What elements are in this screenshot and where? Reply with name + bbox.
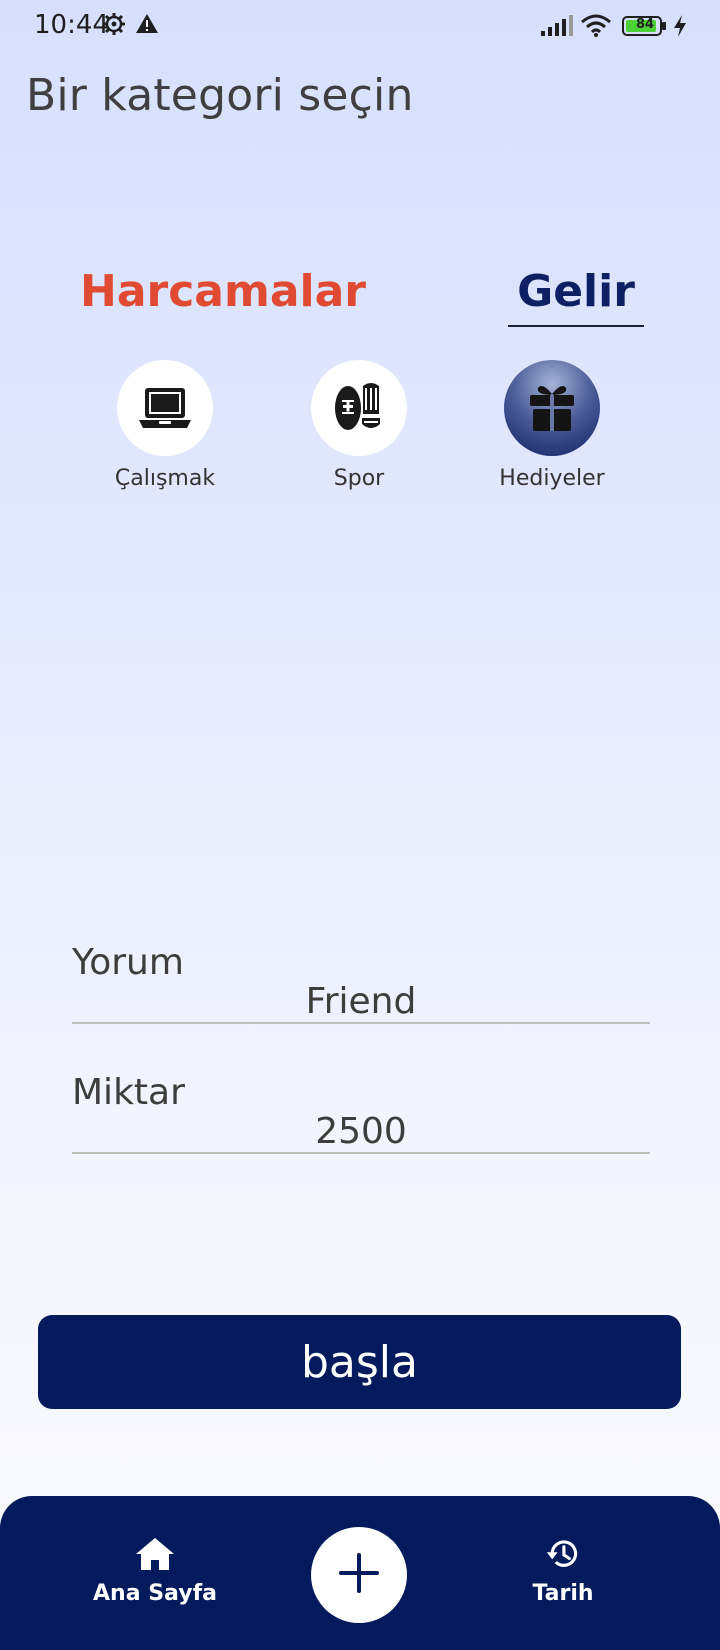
add-button[interactable]	[311, 1527, 407, 1623]
amount-underline	[72, 1152, 650, 1154]
status-bar: 10:44 84	[0, 0, 720, 56]
settings-gear-icon	[102, 12, 126, 41]
category-gifts[interactable]: Hediyeler	[482, 360, 622, 491]
page-title: Bir kategori seçin	[26, 70, 414, 121]
history-icon	[543, 1536, 583, 1577]
signal-icon	[540, 14, 574, 43]
laptop-icon	[117, 360, 213, 456]
category-work[interactable]: Çalışmak	[95, 360, 235, 491]
home-icon	[134, 1536, 176, 1577]
tab-income-underline	[508, 325, 644, 327]
nav-history-label: Tarih	[532, 1581, 594, 1606]
nav-home[interactable]: Ana Sayfa	[75, 1536, 235, 1606]
sport-shoes-icon	[311, 360, 407, 456]
start-button-label: başla	[300, 1336, 418, 1388]
warning-icon	[135, 12, 159, 41]
plus-icon	[336, 1550, 382, 1601]
category-label: Spor	[333, 466, 385, 491]
wifi-icon	[580, 14, 612, 43]
category-sport[interactable]: Spor	[289, 360, 429, 491]
battery-level: 84	[635, 17, 655, 32]
category-label: Hediyeler	[499, 466, 605, 491]
nav-home-label: Ana Sayfa	[93, 1581, 217, 1606]
category-label: Çalışmak	[114, 466, 216, 491]
status-time: 10:44	[34, 10, 109, 40]
nav-history[interactable]: Tarih	[483, 1536, 643, 1606]
tab-income[interactable]: Gelir	[508, 266, 644, 317]
comment-underline	[72, 1022, 650, 1024]
amount-input[interactable]	[72, 1107, 650, 1155]
charging-bolt-icon	[672, 14, 688, 43]
gift-icon	[504, 360, 600, 456]
tab-expenses[interactable]: Harcamalar	[80, 266, 366, 317]
start-button[interactable]: başla	[38, 1315, 681, 1409]
comment-input[interactable]	[72, 977, 650, 1025]
